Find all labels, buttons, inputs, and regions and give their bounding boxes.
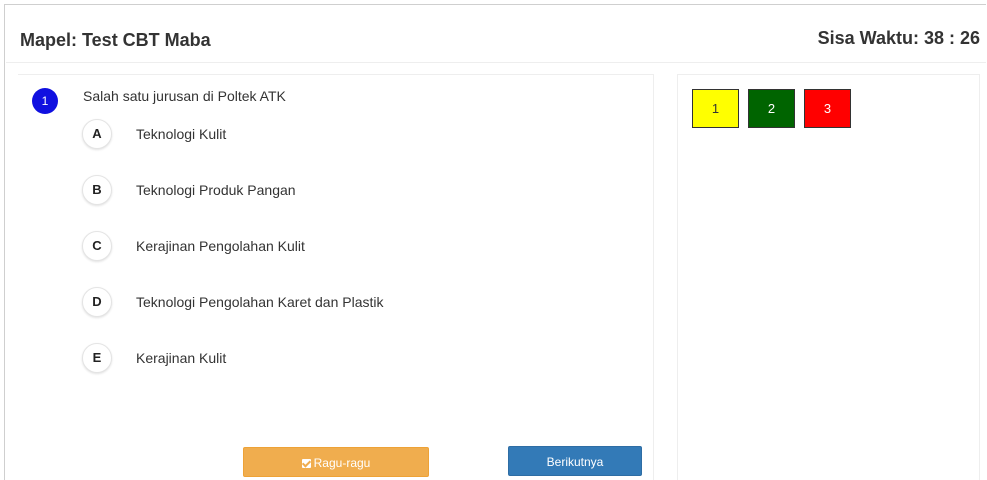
option-text: Teknologi Produk Pangan: [136, 182, 296, 198]
doubtful-button-label: Ragu-ragu: [313, 456, 371, 470]
question-panel: 1 Salah satu jurusan di Poltek ATK A Tek…: [18, 74, 654, 480]
option-text: Kerajinan Pengolahan Kulit: [136, 238, 305, 254]
check-square-icon: [301, 459, 311, 468]
doubtful-button[interactable]: Ragu-ragu: [243, 447, 429, 477]
question-nav-2[interactable]: 2: [748, 89, 795, 128]
option-text: Teknologi Pengolahan Karet dan Plastik: [136, 294, 384, 310]
remaining-time: Sisa Waktu: 38 : 26: [817, 28, 980, 48]
option-text: Teknologi Kulit: [136, 126, 227, 142]
option-text: Kerajinan Kulit: [136, 350, 227, 366]
next-button[interactable]: Berikutnya: [508, 446, 642, 476]
question-nav-1[interactable]: 1: [692, 89, 739, 128]
answer-option-d[interactable]: D Teknologi Pengolahan Karet dan Plastik: [82, 287, 642, 317]
exam-header: Mapel: Test CBT Maba Sisa Waktu: 38 : 26: [6, 6, 986, 63]
answer-option-c[interactable]: C Kerajinan Pengolahan Kulit: [82, 231, 642, 261]
question-nav-3[interactable]: 3: [804, 89, 851, 128]
option-letter: A: [82, 119, 112, 149]
question-text: Salah satu jurusan di Poltek ATK: [83, 88, 286, 104]
question-navigation-panel: 1 2 3: [677, 74, 980, 480]
option-letter: B: [82, 175, 112, 205]
option-letter: E: [82, 343, 112, 373]
answer-option-b[interactable]: B Teknologi Produk Pangan: [82, 175, 642, 205]
option-letter: D: [82, 287, 112, 317]
answer-option-e[interactable]: E Kerajinan Kulit: [82, 343, 642, 373]
question-number-badge: 1: [32, 88, 58, 114]
question-navigation-grid: 1 2 3: [692, 89, 851, 128]
answer-option-a[interactable]: A Teknologi Kulit: [82, 119, 642, 149]
subject-title: Mapel: Test CBT Maba: [20, 30, 211, 50]
option-letter: C: [82, 231, 112, 261]
